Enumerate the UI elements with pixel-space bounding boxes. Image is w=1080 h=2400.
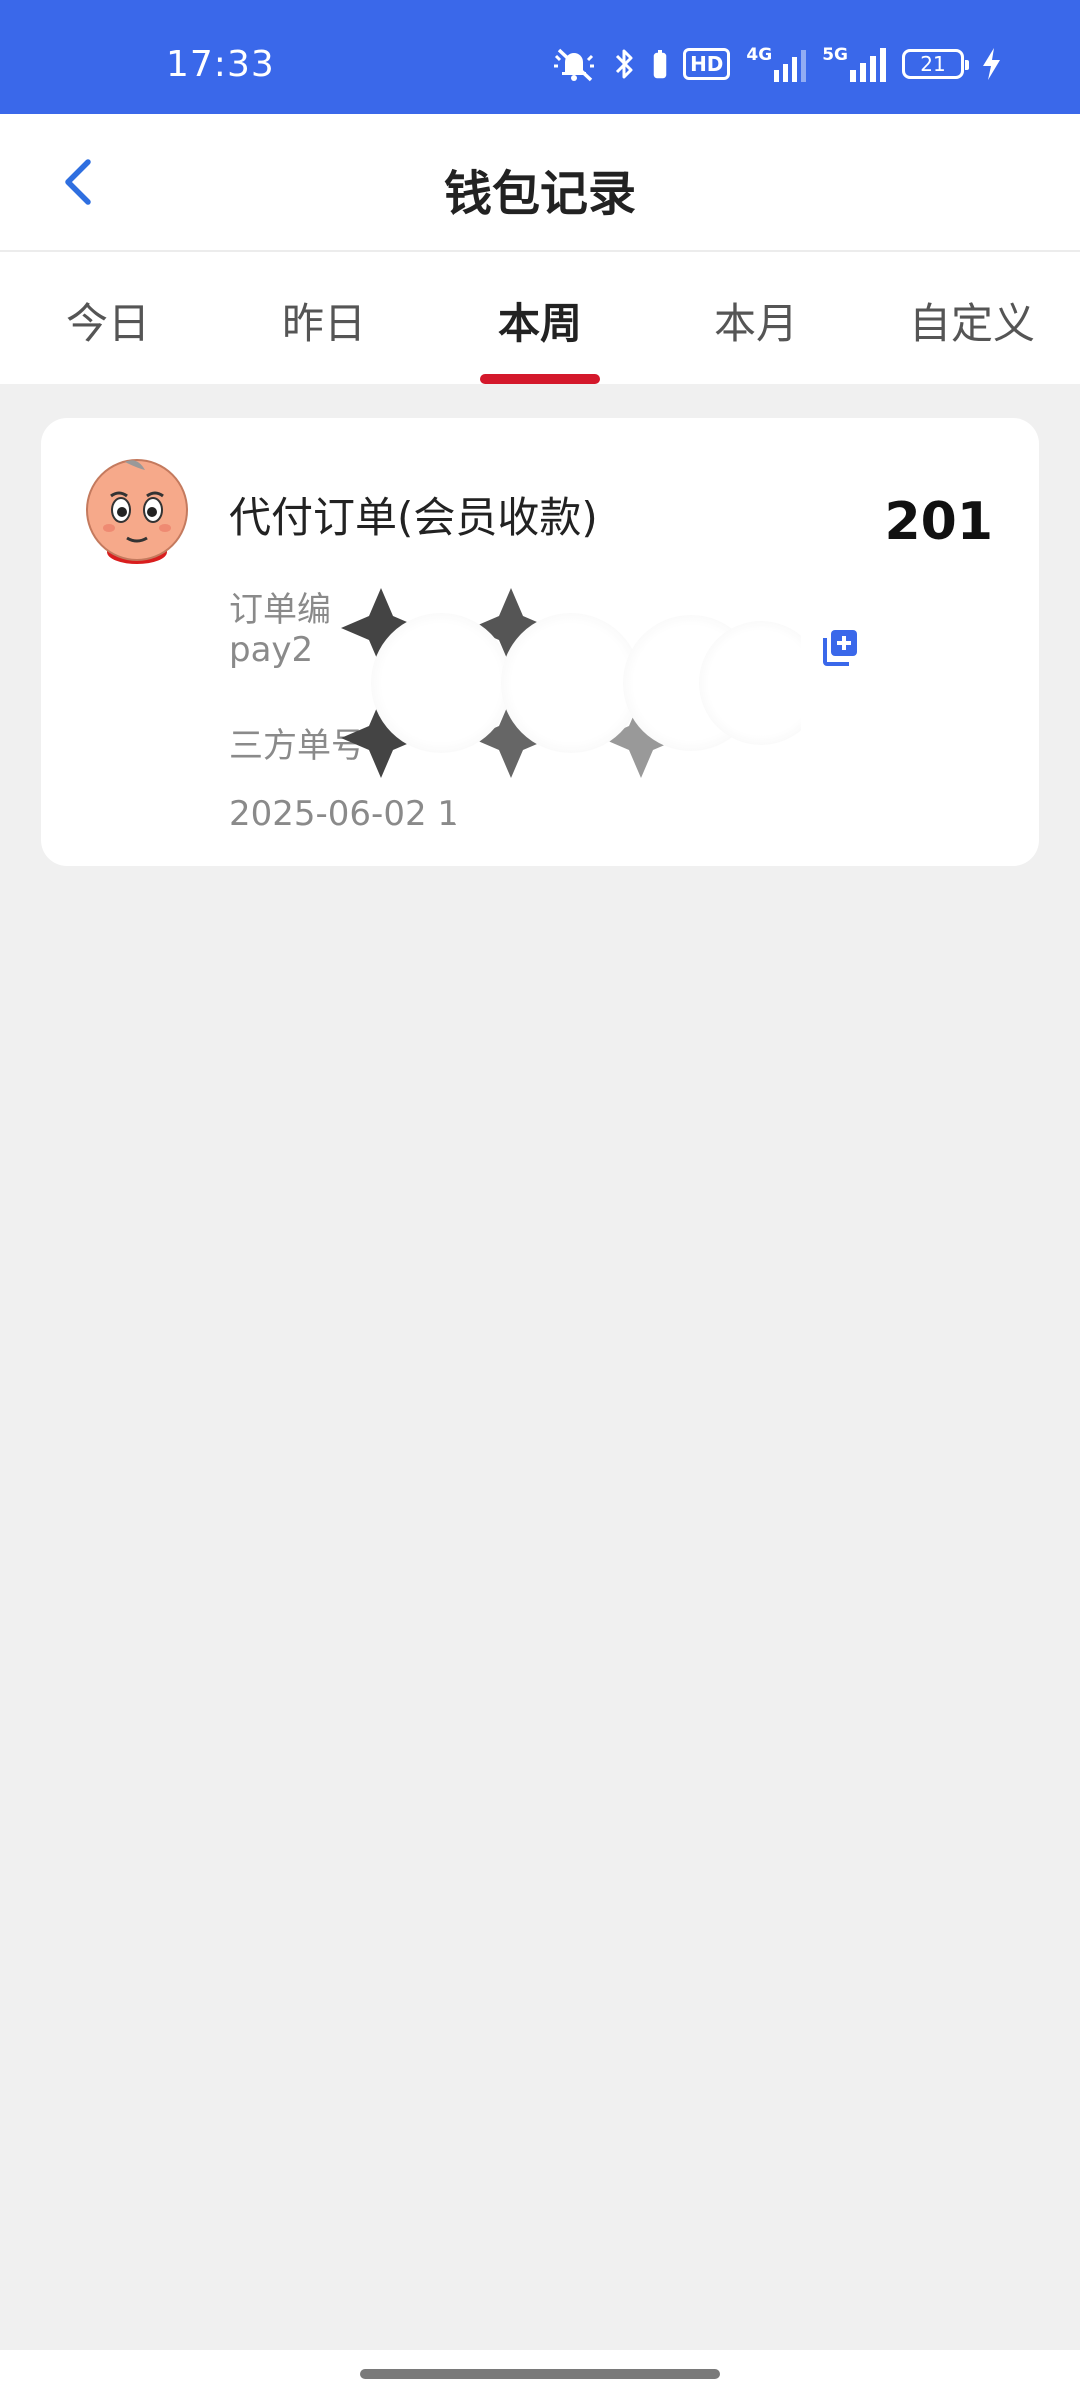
status-icons: HD 4G 5G 21 bbox=[551, 44, 1002, 84]
order-number-value: pay2 bbox=[229, 630, 314, 670]
status-time: 17:33 bbox=[166, 44, 275, 85]
redaction-mask bbox=[341, 588, 801, 778]
network-5g-label: 5G bbox=[822, 45, 848, 65]
tab-custom[interactable]: 自定义 bbox=[864, 290, 1080, 351]
copy-plus-icon[interactable] bbox=[819, 628, 859, 668]
period-tabs: 今日 昨日 本周 本月 自定义 bbox=[0, 252, 1080, 384]
bluetooth-icon bbox=[616, 49, 633, 79]
status-bar: 17:33 HD 4G 5G 21 bbox=[0, 0, 1080, 114]
nav-bar: 钱包记录 bbox=[0, 114, 1080, 252]
charging-icon bbox=[983, 48, 1000, 80]
record-title: 代付订单(会员收款) bbox=[229, 493, 598, 542]
tab-this-week[interactable]: 本周 bbox=[432, 290, 648, 351]
signal-4g-icon: 4G bbox=[746, 45, 807, 82]
record-amount: 201 bbox=[884, 492, 993, 552]
signal-5g-icon: 5G bbox=[822, 46, 886, 82]
battery-icon: 21 bbox=[902, 49, 969, 79]
tab-yesterday[interactable]: 昨日 bbox=[216, 290, 432, 351]
tab-today[interactable]: 今日 bbox=[0, 290, 216, 351]
active-tab-indicator bbox=[480, 374, 600, 384]
home-indicator[interactable] bbox=[360, 2369, 720, 2379]
hd-voice-icon: HD bbox=[683, 48, 731, 80]
battery-saver-icon bbox=[653, 50, 667, 79]
order-number-label: 订单编 bbox=[229, 590, 331, 630]
redaction-mask-small bbox=[451, 778, 591, 838]
battery-level: 21 bbox=[920, 52, 946, 76]
page-title: 钱包记录 bbox=[443, 166, 636, 222]
tab-this-month[interactable]: 本月 bbox=[648, 290, 864, 351]
record-card[interactable]: 代付订单(会员收款) 201 订单编 pay2 三方单号 2025-06-02 … bbox=[41, 418, 1039, 866]
network-4g-label: 4G bbox=[746, 45, 773, 65]
avatar bbox=[86, 459, 188, 564]
mute-vibrate-icon bbox=[554, 48, 595, 82]
